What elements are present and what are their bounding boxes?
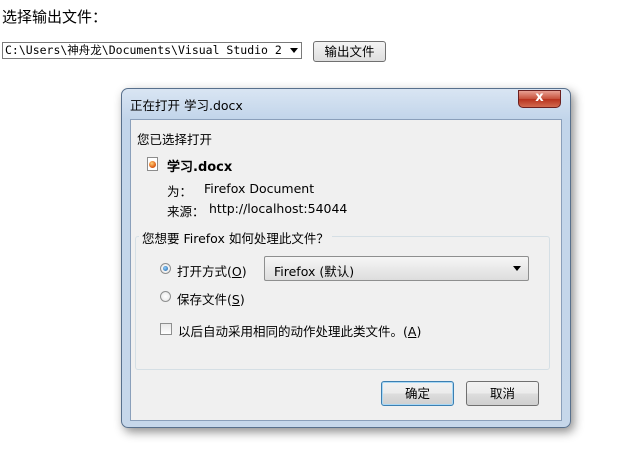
app-select-value: Firefox (默认) bbox=[274, 264, 355, 279]
firefox-document-icon bbox=[147, 157, 158, 171]
open-with-radio[interactable] bbox=[160, 263, 171, 274]
page-label: 选择输出文件： bbox=[2, 8, 108, 26]
type-label: 为： bbox=[167, 184, 193, 199]
dialog-title: 正在打开 学习.docx bbox=[130, 98, 243, 113]
save-file-radio[interactable] bbox=[160, 291, 171, 302]
open-with-label[interactable]: 打开方式(O) bbox=[177, 261, 247, 280]
close-button[interactable]: x bbox=[518, 90, 561, 108]
file-name: 学习.docx bbox=[167, 160, 233, 175]
dialog-body: 您已选择打开 学习.docx 为： Firefox Document 来源： h… bbox=[130, 119, 562, 421]
chevron-down-icon[interactable] bbox=[513, 266, 521, 271]
output-file-button[interactable]: 输出文件 bbox=[313, 41, 386, 62]
ok-button[interactable]: 确定 bbox=[381, 381, 454, 406]
output-path-select[interactable]: C:\Users\神舟龙\Documents\Visual Studio 2 bbox=[2, 42, 302, 59]
cancel-button[interactable]: 取消 bbox=[466, 381, 539, 406]
auto-action-label[interactable]: 以后自动采用相同的动作处理此类文件。(A) bbox=[178, 321, 421, 340]
action-question: 您想要 Firefox 如何处理此文件？ bbox=[139, 228, 332, 247]
app-select[interactable]: Firefox (默认) bbox=[264, 256, 529, 281]
output-path-value: C:\Users\神舟龙\Documents\Visual Studio 2 bbox=[5, 43, 282, 57]
intro-text: 您已选择打开 bbox=[137, 132, 213, 147]
source-value: http://localhost:54044 bbox=[209, 201, 348, 216]
save-file-label[interactable]: 保存文件(S) bbox=[177, 289, 245, 308]
source-label: 来源： bbox=[167, 204, 205, 219]
auto-action-checkbox[interactable] bbox=[160, 323, 172, 335]
open-file-dialog: 正在打开 学习.docx x 您已选择打开 学习.docx 为： Firefox… bbox=[121, 88, 571, 428]
chevron-down-icon[interactable] bbox=[290, 48, 298, 53]
close-icon: x bbox=[535, 90, 544, 105]
type-value: Firefox Document bbox=[204, 181, 315, 196]
